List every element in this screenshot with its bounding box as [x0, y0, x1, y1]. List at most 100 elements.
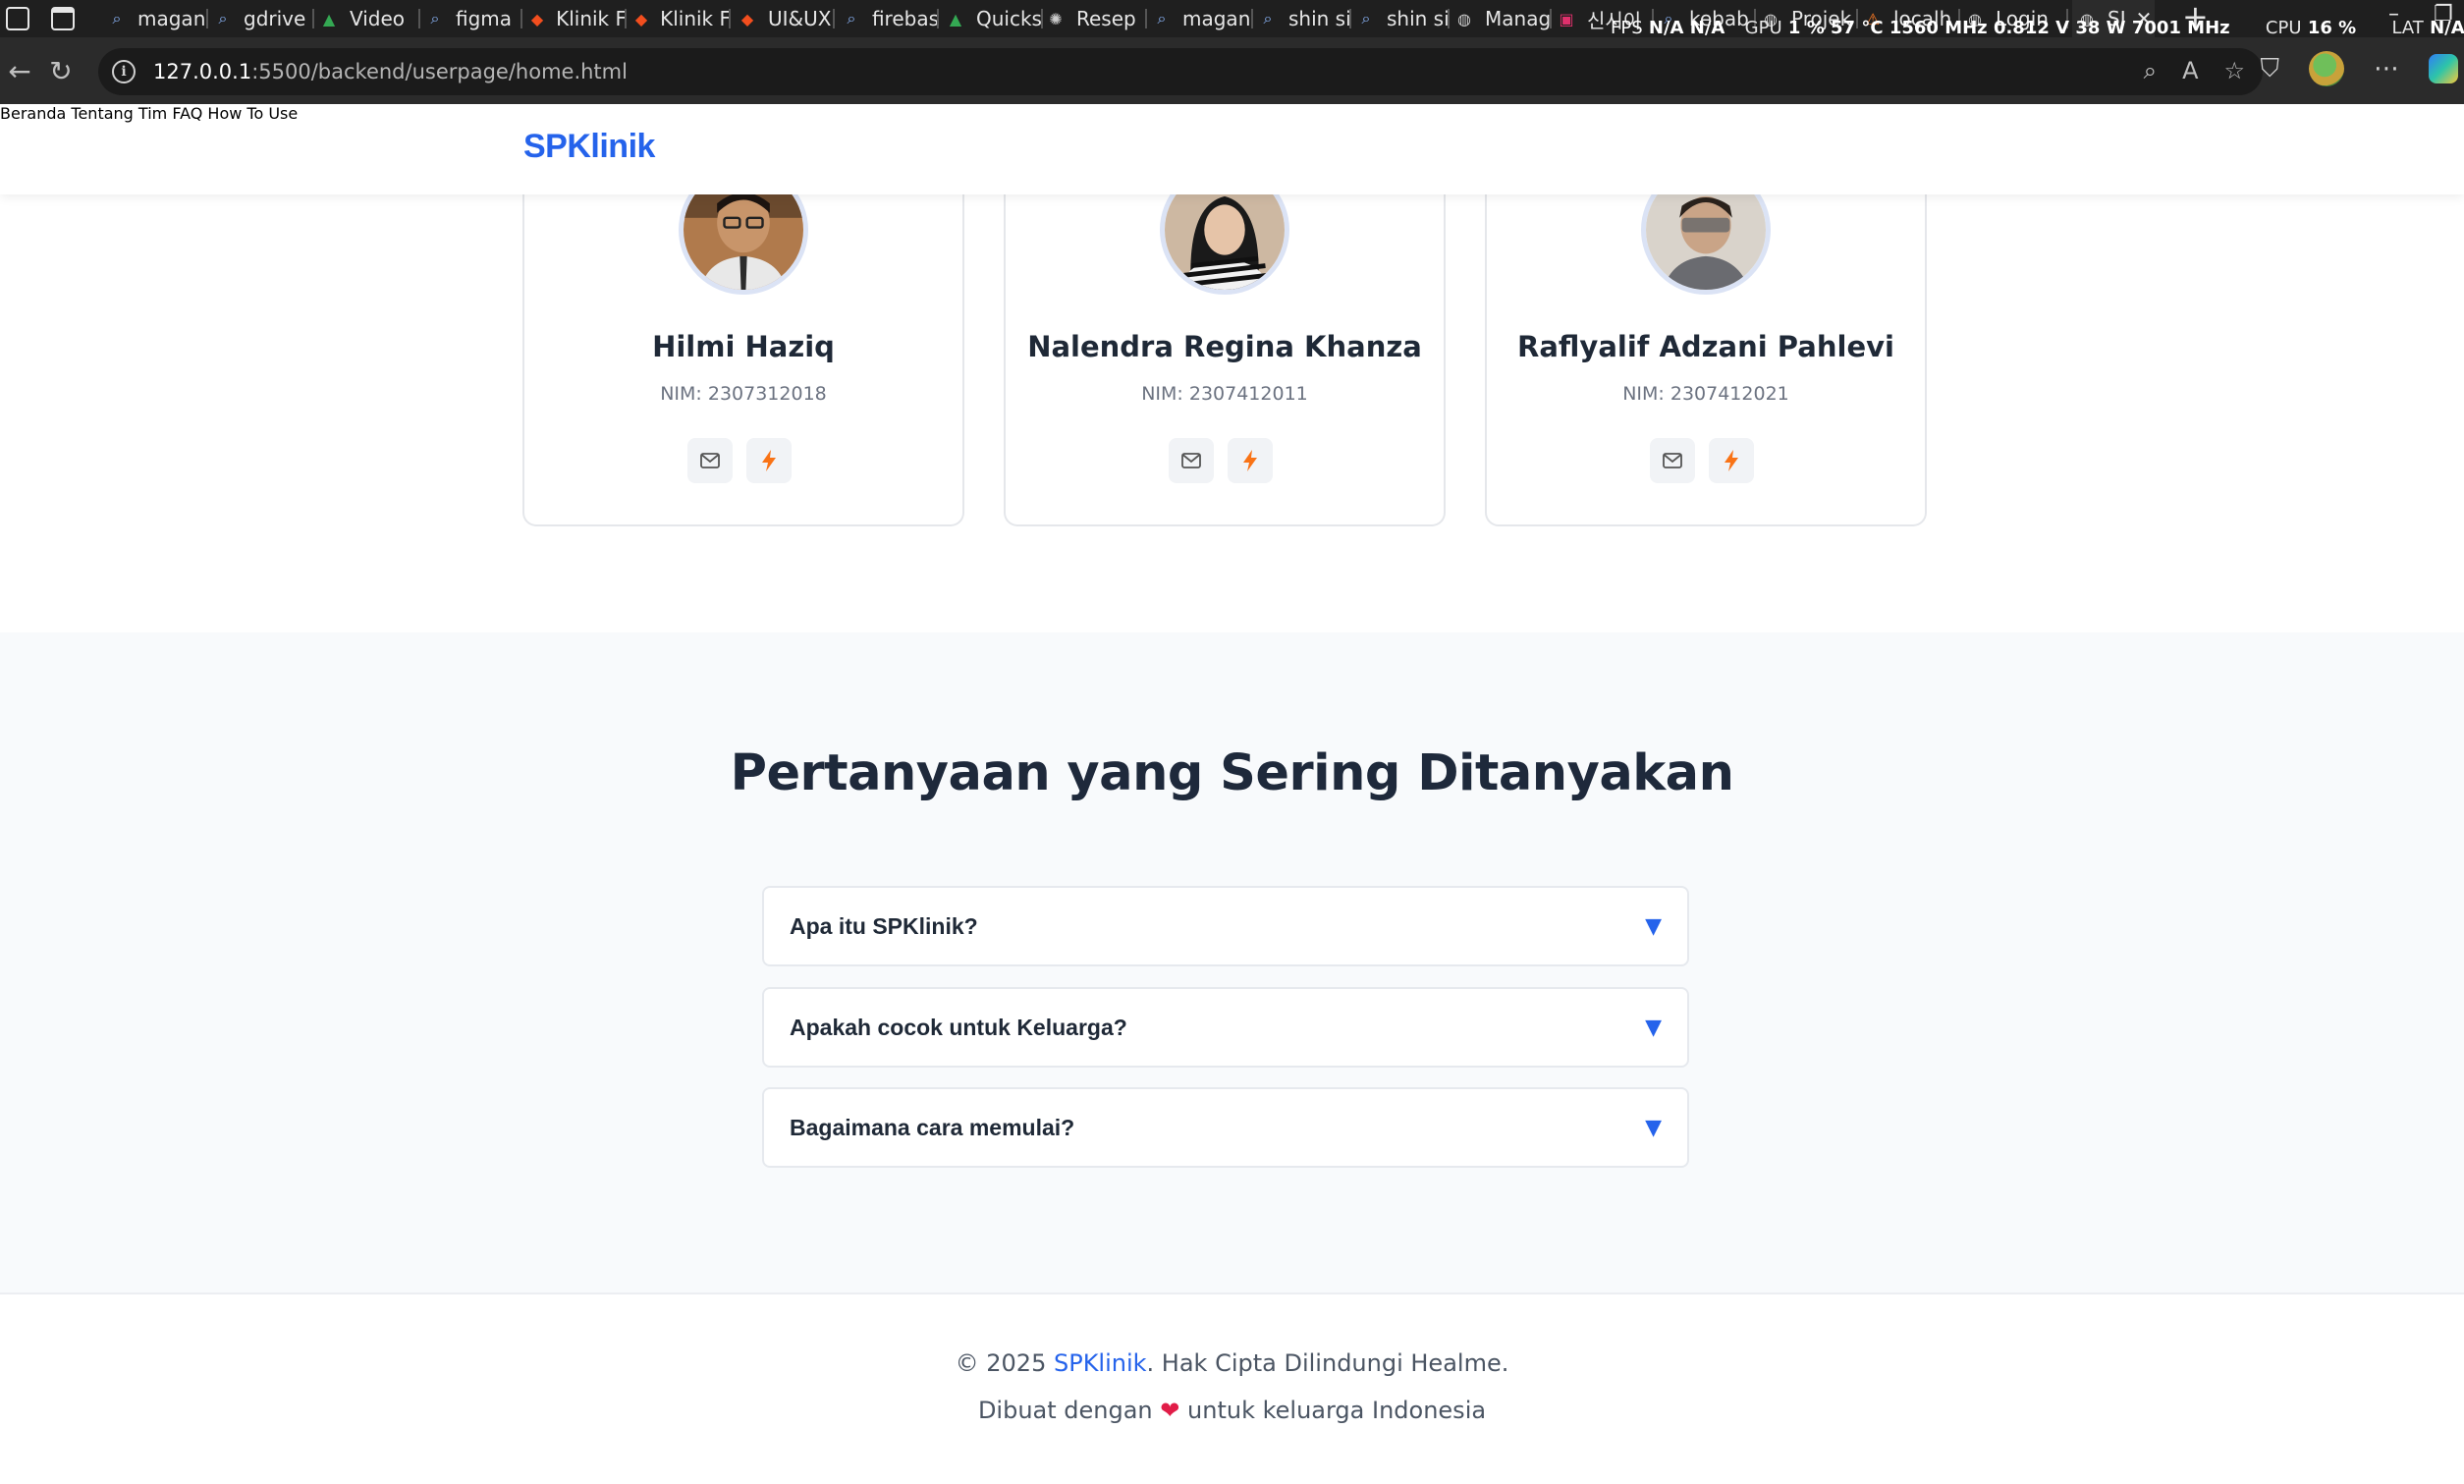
- url-path: :5500/backend/userpage/home.html: [251, 60, 628, 83]
- team-card: Hilmi Haziq NIM: 2307312018: [522, 163, 964, 526]
- faq-question: Bagaimana cara memulai?: [790, 1115, 1075, 1140]
- browser-tab[interactable]: ◍ Manag: [1453, 0, 1552, 37]
- search-icon: ⌕: [112, 9, 122, 27]
- search-icon: ⌕: [847, 9, 856, 27]
- member-socials: [1169, 438, 1281, 483]
- browser-tool-icons: ⛉ ⋯: [2260, 51, 2464, 86]
- figma-icon: ◆: [634, 9, 648, 28]
- tabstrip-controls: [6, 7, 75, 30]
- browser-tab[interactable]: ◆ UI&UX: [737, 0, 835, 37]
- email-button[interactable]: [1169, 438, 1214, 483]
- browser-tab[interactable]: ✺ Resep: [1045, 0, 1147, 37]
- browser-tab[interactable]: ⌕ shin si: [1257, 0, 1351, 37]
- search-icon: ⌕: [430, 9, 440, 27]
- url-host: 127.0.0.1: [153, 60, 252, 83]
- mail-icon: [700, 453, 720, 468]
- back-arrow-icon[interactable]: ←: [0, 51, 39, 90]
- favorite-star-icon[interactable]: ☆: [2223, 57, 2245, 84]
- browser-tab[interactable]: ◆ Klinik F: [528, 0, 627, 37]
- address-bar[interactable]: i 127.0.0.1:5500/backend/userpage/home.h…: [98, 48, 2263, 95]
- browser-tab[interactable]: ⌕ firebas: [841, 0, 939, 37]
- site-info-icon[interactable]: i: [112, 60, 136, 83]
- copilot-icon[interactable]: [2429, 54, 2458, 83]
- heart-icon: ❤: [1160, 1397, 1180, 1424]
- nav-link-how-to-use[interactable]: How To Use: [207, 104, 298, 123]
- lightning-link-button[interactable]: [1709, 438, 1754, 483]
- nav-link-beranda[interactable]: Beranda: [0, 104, 66, 123]
- search-icon: ⌕: [218, 9, 228, 27]
- member-name: Nalendra Regina Khanza: [1027, 330, 1422, 363]
- lightning-icon: [762, 450, 776, 471]
- browser-tab[interactable]: ▲ Quicks: [945, 0, 1043, 37]
- globe-icon: ◍: [1457, 9, 1471, 28]
- site-logo[interactable]: SPKlinik: [523, 128, 655, 166]
- instagram-icon: ▣: [1559, 9, 1574, 28]
- address-bar-actions: ⌕ A ☆: [2144, 57, 2245, 84]
- search-icon: ⌕: [1361, 9, 1371, 27]
- browser-tab[interactable]: ◆ Klinik F: [632, 0, 731, 37]
- browser-tab[interactable]: ⌕ figma: [424, 0, 522, 37]
- lightning-icon: [1243, 450, 1257, 471]
- site-footer: © 2025 SPKlinik. Hak Cipta Dilindungi He…: [0, 1292, 2464, 1484]
- read-aloud-icon[interactable]: A: [2182, 57, 2198, 84]
- browser-tab[interactable]: ⌕ magan: [106, 0, 208, 37]
- email-button[interactable]: [1650, 438, 1695, 483]
- chevron-down-icon: ▼: [1645, 1016, 1662, 1040]
- faq-item[interactable]: Apa itu SPKlinik? ▼: [762, 886, 1689, 966]
- search-icon: ⌕: [1263, 9, 1273, 27]
- footer-brand-link[interactable]: SPKlinik: [1054, 1349, 1147, 1377]
- member-nim: NIM: 2307412021: [1622, 383, 1789, 405]
- browser-tab[interactable]: ⌕ shin si: [1355, 0, 1450, 37]
- lightning-link-button[interactable]: [746, 438, 792, 483]
- faq-heading: Pertanyaan yang Sering Ditanyakan: [730, 744, 1734, 802]
- nav-link-tim[interactable]: Tim: [138, 104, 167, 123]
- chevron-down-icon: ▼: [1645, 1116, 1662, 1140]
- browser-tab[interactable]: ⌕ magan: [1151, 0, 1253, 37]
- browser-tab[interactable]: ▲ Video: [318, 0, 420, 37]
- team-card: Raflyalif Adzani Pahlevi NIM: 2307412021: [1485, 163, 1927, 526]
- browser-tab-strip: ⌕ magan ⌕ gdrive ▲ Video ⌕ figma ◆ Klinik F ◆…: [0, 0, 2464, 38]
- footer-made-with: Dibuat dengan ❤ untuk keluarga Indonesia: [977, 1397, 1487, 1424]
- footer-copyright: © 2025 SPKlinik. Hak Cipta Dilindungi He…: [955, 1349, 1509, 1377]
- openai-icon: ✺: [1049, 9, 1063, 28]
- email-button[interactable]: [687, 438, 733, 483]
- more-options-icon[interactable]: ⋯: [2374, 54, 2399, 83]
- member-socials: [1650, 438, 1762, 483]
- member-name: Raflyalif Adzani Pahlevi: [1517, 330, 1894, 363]
- tab-actions-icon[interactable]: [51, 7, 75, 30]
- team-card: Nalendra Regina Khanza NIM: 2307412011: [1004, 163, 1446, 526]
- faq-question: Apakah cocok untuk Keluarga?: [790, 1015, 1127, 1040]
- drive-icon: ▲: [949, 9, 962, 28]
- mail-icon: [1663, 453, 1682, 468]
- restore-icon[interactable]: ❐: [2434, 2, 2453, 27]
- page-viewport: Hilmi Haziq NIM: 2307312018 Nalendra Reg…: [0, 104, 2464, 1484]
- lightning-icon: [1725, 450, 1738, 471]
- chevron-down-icon: ▼: [1645, 914, 1662, 939]
- reload-icon[interactable]: ↻: [41, 51, 81, 90]
- nav-link-tentang[interactable]: Tentang: [71, 104, 133, 123]
- browser-toolbar: ← ↻ i 127.0.0.1:5500/backend/userpage/ho…: [0, 37, 2464, 104]
- faq-item[interactable]: Bagaimana cara memulai? ▼: [762, 1087, 1689, 1168]
- lightning-link-button[interactable]: [1228, 438, 1273, 483]
- member-name: Hilmi Haziq: [652, 330, 835, 363]
- member-socials: [687, 438, 799, 483]
- minimize-icon[interactable]: –: [2388, 2, 2399, 27]
- performance-overlay: FPS N/A N/A GPU 1 % 57 °C 1560 MHz 0.812…: [1611, 18, 2464, 38]
- profile-avatar[interactable]: [2309, 51, 2344, 86]
- figma-icon: ◆: [530, 9, 544, 28]
- mail-icon: [1181, 453, 1201, 468]
- faq-question: Apa itu SPKlinik?: [790, 913, 978, 939]
- browser-tab[interactable]: ⌕ gdrive: [212, 0, 314, 37]
- site-header: SPKlinik Beranda Tentang Tim FAQ How To …: [0, 104, 2464, 194]
- member-nim: NIM: 2307412011: [1141, 383, 1308, 405]
- shield-icon[interactable]: ⛉: [2260, 54, 2279, 84]
- faq-item[interactable]: Apakah cocok untuk Keluarga? ▼: [762, 987, 1689, 1068]
- zoom-icon[interactable]: ⌕: [2144, 57, 2157, 84]
- member-nim: NIM: 2307312018: [660, 383, 827, 405]
- figma-icon: ◆: [740, 9, 754, 28]
- faq-section: Pertanyaan yang Sering Ditanyakan Apa it…: [0, 632, 2464, 1292]
- workspaces-icon[interactable]: [6, 7, 29, 30]
- search-icon: ⌕: [1157, 9, 1167, 27]
- drive-icon: ▲: [322, 9, 336, 28]
- nav-link-faq[interactable]: FAQ: [172, 104, 202, 123]
